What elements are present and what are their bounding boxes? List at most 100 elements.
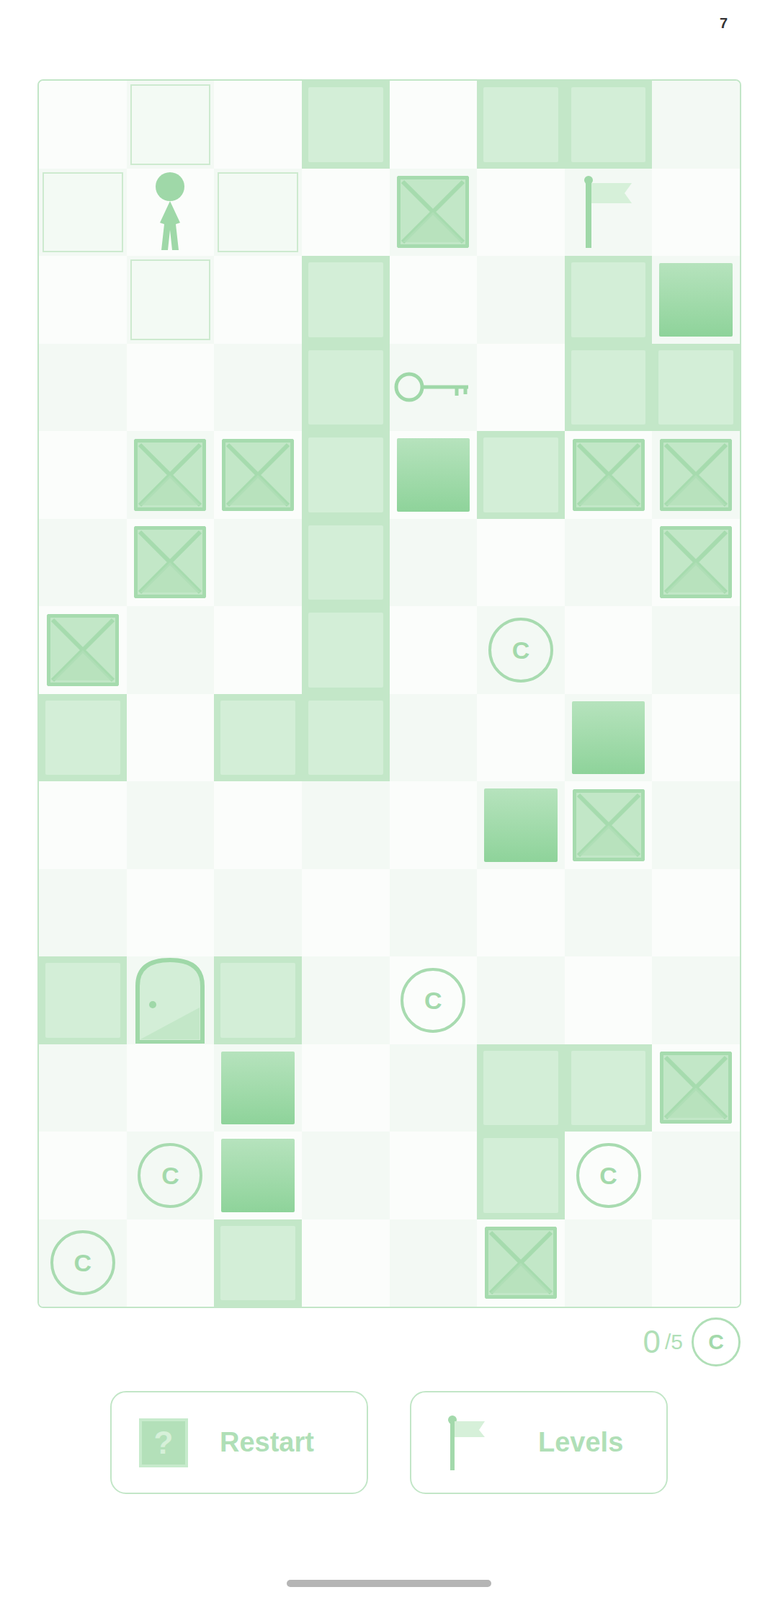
grid-cell[interactable] bbox=[476, 255, 565, 344]
grid-cell[interactable] bbox=[126, 168, 215, 257]
grid-cell[interactable] bbox=[564, 518, 653, 607]
grid-cell[interactable] bbox=[476, 693, 565, 782]
grid-cell[interactable] bbox=[476, 80, 565, 169]
grid-cell[interactable] bbox=[301, 955, 390, 1044]
grid-cell[interactable] bbox=[564, 780, 653, 869]
grid-cell[interactable] bbox=[126, 780, 215, 869]
grid-cell[interactable] bbox=[301, 430, 390, 519]
grid-cell[interactable] bbox=[301, 780, 390, 869]
grid-cell[interactable] bbox=[389, 868, 478, 957]
game-grid[interactable]: CCCCC bbox=[37, 79, 742, 1308]
grid-cell[interactable] bbox=[389, 605, 478, 694]
grid-cell[interactable] bbox=[476, 518, 565, 607]
grid-cell[interactable] bbox=[301, 693, 390, 782]
grid-cell[interactable]: C bbox=[564, 1130, 653, 1219]
grid-cell[interactable] bbox=[213, 80, 302, 169]
grid-cell[interactable] bbox=[213, 693, 302, 782]
grid-cell[interactable] bbox=[38, 255, 127, 344]
grid-cell[interactable] bbox=[389, 1218, 478, 1307]
grid-cell[interactable] bbox=[301, 80, 390, 169]
grid-cell[interactable] bbox=[389, 518, 478, 607]
grid-cell[interactable] bbox=[389, 168, 478, 257]
grid-cell[interactable] bbox=[389, 255, 478, 344]
grid-cell[interactable] bbox=[564, 343, 653, 432]
grid-cell[interactable] bbox=[476, 1218, 565, 1307]
grid-cell[interactable] bbox=[213, 955, 302, 1044]
grid-cell[interactable] bbox=[651, 693, 740, 782]
grid-cell[interactable] bbox=[389, 1130, 478, 1219]
grid-cell[interactable] bbox=[564, 168, 653, 257]
grid-cell[interactable] bbox=[38, 80, 127, 169]
grid-cell[interactable] bbox=[476, 780, 565, 869]
grid-cell[interactable] bbox=[213, 780, 302, 869]
grid-cell[interactable]: C bbox=[389, 955, 478, 1044]
grid-cell[interactable] bbox=[389, 430, 478, 519]
grid-cell[interactable] bbox=[651, 1130, 740, 1219]
grid-cell[interactable] bbox=[651, 868, 740, 957]
grid-cell[interactable] bbox=[126, 955, 215, 1044]
grid-cell[interactable] bbox=[126, 1043, 215, 1132]
grid-cell[interactable] bbox=[213, 168, 302, 257]
grid-cell[interactable] bbox=[126, 1218, 215, 1307]
grid-cell[interactable] bbox=[389, 343, 478, 432]
grid-cell[interactable] bbox=[213, 430, 302, 519]
grid-cell[interactable] bbox=[564, 955, 653, 1044]
grid-cell[interactable] bbox=[213, 518, 302, 607]
grid-cell[interactable]: C bbox=[476, 605, 565, 694]
grid-cell[interactable] bbox=[651, 430, 740, 519]
grid-cell[interactable] bbox=[651, 955, 740, 1044]
grid-cell[interactable] bbox=[38, 343, 127, 432]
grid-cell[interactable] bbox=[126, 868, 215, 957]
grid-cell[interactable] bbox=[38, 1130, 127, 1219]
grid-cell[interactable] bbox=[38, 693, 127, 782]
grid-cell[interactable] bbox=[38, 955, 127, 1044]
grid-cell[interactable] bbox=[213, 1043, 302, 1132]
grid-cell[interactable] bbox=[476, 168, 565, 257]
grid-cell[interactable] bbox=[651, 518, 740, 607]
grid-cell[interactable] bbox=[564, 868, 653, 957]
grid-cell[interactable] bbox=[126, 255, 215, 344]
grid-cell[interactable]: C bbox=[126, 1130, 215, 1219]
grid-cell[interactable] bbox=[126, 518, 215, 607]
grid-cell[interactable] bbox=[301, 1130, 390, 1219]
grid-cell[interactable] bbox=[301, 518, 390, 607]
grid-cell[interactable] bbox=[389, 1043, 478, 1132]
grid-cell[interactable] bbox=[38, 605, 127, 694]
grid-cell[interactable] bbox=[38, 868, 127, 957]
grid-cell[interactable] bbox=[213, 868, 302, 957]
grid-cell[interactable] bbox=[389, 80, 478, 169]
grid-cell[interactable] bbox=[213, 343, 302, 432]
grid-cell[interactable] bbox=[126, 605, 215, 694]
grid-cell[interactable] bbox=[38, 168, 127, 257]
grid-cell[interactable] bbox=[476, 1130, 565, 1219]
grid-cell[interactable] bbox=[213, 1130, 302, 1219]
grid-cell[interactable] bbox=[564, 605, 653, 694]
levels-button[interactable]: Levels bbox=[409, 1390, 668, 1494]
grid-cell[interactable] bbox=[301, 168, 390, 257]
grid-cell[interactable] bbox=[564, 1043, 653, 1132]
grid-cell[interactable] bbox=[213, 605, 302, 694]
grid-cell[interactable] bbox=[564, 1218, 653, 1307]
grid-cell[interactable] bbox=[213, 255, 302, 344]
grid-cell[interactable] bbox=[651, 80, 740, 169]
grid-cell[interactable] bbox=[126, 80, 215, 169]
grid-cell[interactable] bbox=[301, 868, 390, 957]
grid-cell[interactable] bbox=[651, 168, 740, 257]
grid-cell[interactable] bbox=[476, 868, 565, 957]
grid-cell[interactable] bbox=[38, 518, 127, 607]
grid-cell[interactable] bbox=[651, 780, 740, 869]
grid-cell[interactable]: C bbox=[38, 1218, 127, 1307]
grid-cell[interactable] bbox=[38, 780, 127, 869]
grid-cell[interactable] bbox=[301, 1218, 390, 1307]
grid-cell[interactable] bbox=[301, 343, 390, 432]
grid-cell[interactable] bbox=[476, 1043, 565, 1132]
grid-cell[interactable] bbox=[301, 1043, 390, 1132]
grid-cell[interactable] bbox=[564, 430, 653, 519]
grid-cell[interactable] bbox=[126, 693, 215, 782]
grid-cell[interactable] bbox=[651, 255, 740, 344]
grid-cell[interactable] bbox=[564, 693, 653, 782]
grid-cell[interactable] bbox=[476, 955, 565, 1044]
grid-cell[interactable] bbox=[301, 605, 390, 694]
grid-cell[interactable] bbox=[38, 430, 127, 519]
home-indicator[interactable] bbox=[286, 1579, 492, 1587]
